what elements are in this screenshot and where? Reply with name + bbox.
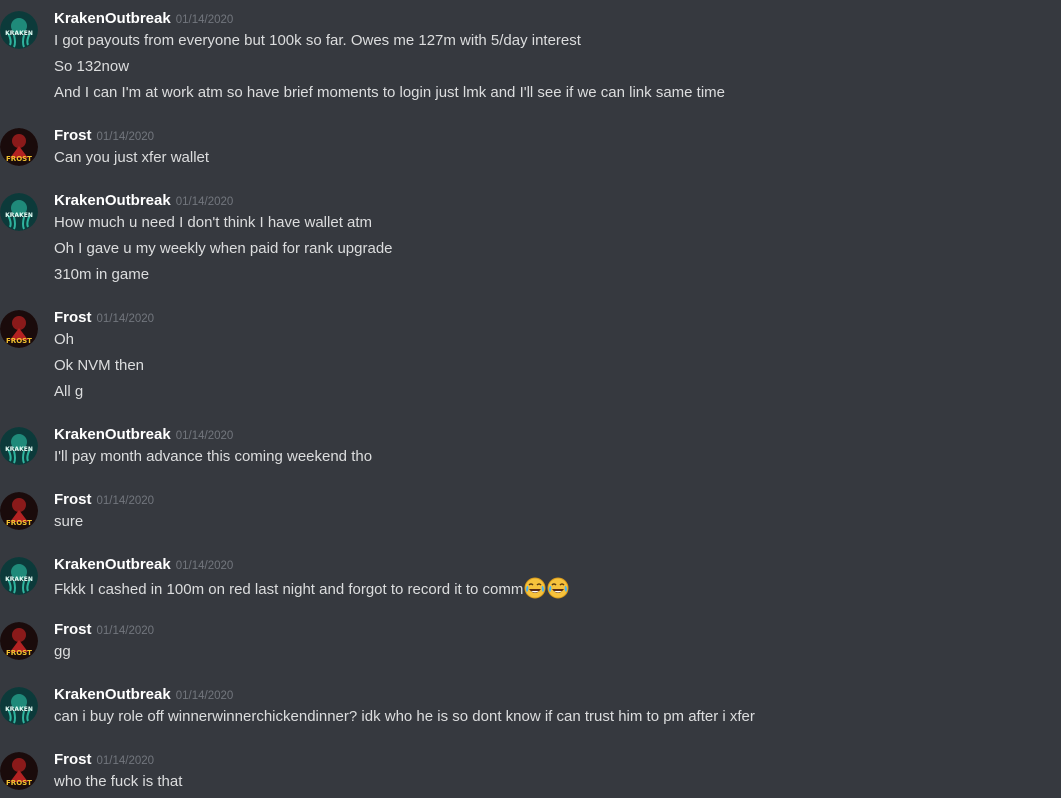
kraken-avatar-icon[interactable]: KRAKEN [0,687,38,725]
timestamp: 01/14/2020 [96,313,155,325]
avatar-text: FROST [6,519,32,527]
username[interactable]: KrakenOutbreak [54,556,171,573]
message-text: All g [54,383,84,400]
message-text: who the fuck is that [54,773,183,790]
message-text-row: Fkkk I cashed in 100m on red last night … [54,577,569,600]
message-text: Oh I gave u my weekly when paid for rank… [54,240,393,257]
message-text: Fkkk I cashed in 100m on red last night … [54,581,524,598]
avatar-text: KRAKEN [5,446,33,453]
timestamp: 01/14/2020 [175,196,234,208]
message-text: Can you just xfer wallet [54,149,210,166]
message-header: Frost 01/14/2020 [54,620,154,640]
frost-avatar-icon[interactable]: FROST [0,128,38,166]
kraken-avatar-icon[interactable]: KRAKEN [0,557,38,595]
username[interactable]: KrakenOutbreak [54,10,171,27]
username[interactable]: KrakenOutbreak [54,192,171,209]
timestamp: 01/14/2020 [175,690,234,702]
username[interactable]: Frost [54,491,92,508]
username[interactable]: KrakenOutbreak [54,426,171,443]
face-with-tears-of-joy-icon[interactable] [547,577,569,599]
timestamp: 01/14/2020 [175,430,234,442]
username[interactable]: Frost [54,621,92,638]
face-with-tears-of-joy-icon[interactable] [524,577,546,599]
frost-avatar-icon[interactable]: FROST [0,752,38,790]
message-text: can i buy role off winnerwinnerchickendi… [54,708,755,725]
message-header: KrakenOutbreak 01/14/2020 [54,191,233,211]
avatar-text: KRAKEN [5,212,33,219]
message-text: So 132now [54,58,130,75]
message-text: sure [54,513,84,530]
timestamp: 01/14/2020 [96,755,155,767]
frost-avatar-icon[interactable]: FROST [0,310,38,348]
username[interactable]: Frost [54,127,92,144]
message-text: How much u need I don't think I have wal… [54,214,373,231]
message-header: Frost 01/14/2020 [54,126,154,146]
message-list: KRAKEN KrakenOutbreak 01/14/2020 I got pa… [0,0,1061,798]
message-header: KrakenOutbreak 01/14/2020 [54,555,233,575]
message-text: 310m in game [54,266,150,283]
kraken-avatar-icon[interactable]: KRAKEN [0,11,38,49]
message-header: KrakenOutbreak 01/14/2020 [54,9,233,29]
username[interactable]: Frost [54,751,92,768]
message-text: I got payouts from everyone but 100k so … [54,32,581,49]
avatar-text: FROST [6,155,32,163]
message-header: Frost 01/14/2020 [54,490,154,510]
message-header: KrakenOutbreak 01/14/2020 [54,425,233,445]
timestamp: 01/14/2020 [175,14,234,26]
timestamp: 01/14/2020 [175,560,234,572]
message-header: KrakenOutbreak 01/14/2020 [54,685,233,705]
timestamp: 01/14/2020 [96,495,155,507]
avatar-text: KRAKEN [5,30,33,37]
kraken-avatar-icon[interactable]: KRAKEN [0,427,38,465]
message-header: Frost 01/14/2020 [54,308,154,328]
message-text: Oh [54,331,75,348]
username[interactable]: Frost [54,309,92,326]
message-text: gg [54,643,71,660]
message-text: And I can I'm at work atm so have brief … [54,84,726,101]
kraken-avatar-icon[interactable]: KRAKEN [0,193,38,231]
frost-avatar-icon[interactable]: FROST [0,622,38,660]
avatar-text: FROST [6,779,32,787]
avatar-text: FROST [6,337,32,345]
avatar-text: KRAKEN [5,706,33,713]
message-text: Ok NVM then [54,357,145,374]
message-text: I'll pay month advance this coming weeke… [54,448,373,465]
timestamp: 01/14/2020 [96,625,155,637]
timestamp: 01/14/2020 [96,131,155,143]
avatar-text: KRAKEN [5,576,33,583]
username[interactable]: KrakenOutbreak [54,686,171,703]
frost-avatar-icon[interactable]: FROST [0,492,38,530]
avatar-text: FROST [6,649,32,657]
message-header: Frost 01/14/2020 [54,750,154,770]
